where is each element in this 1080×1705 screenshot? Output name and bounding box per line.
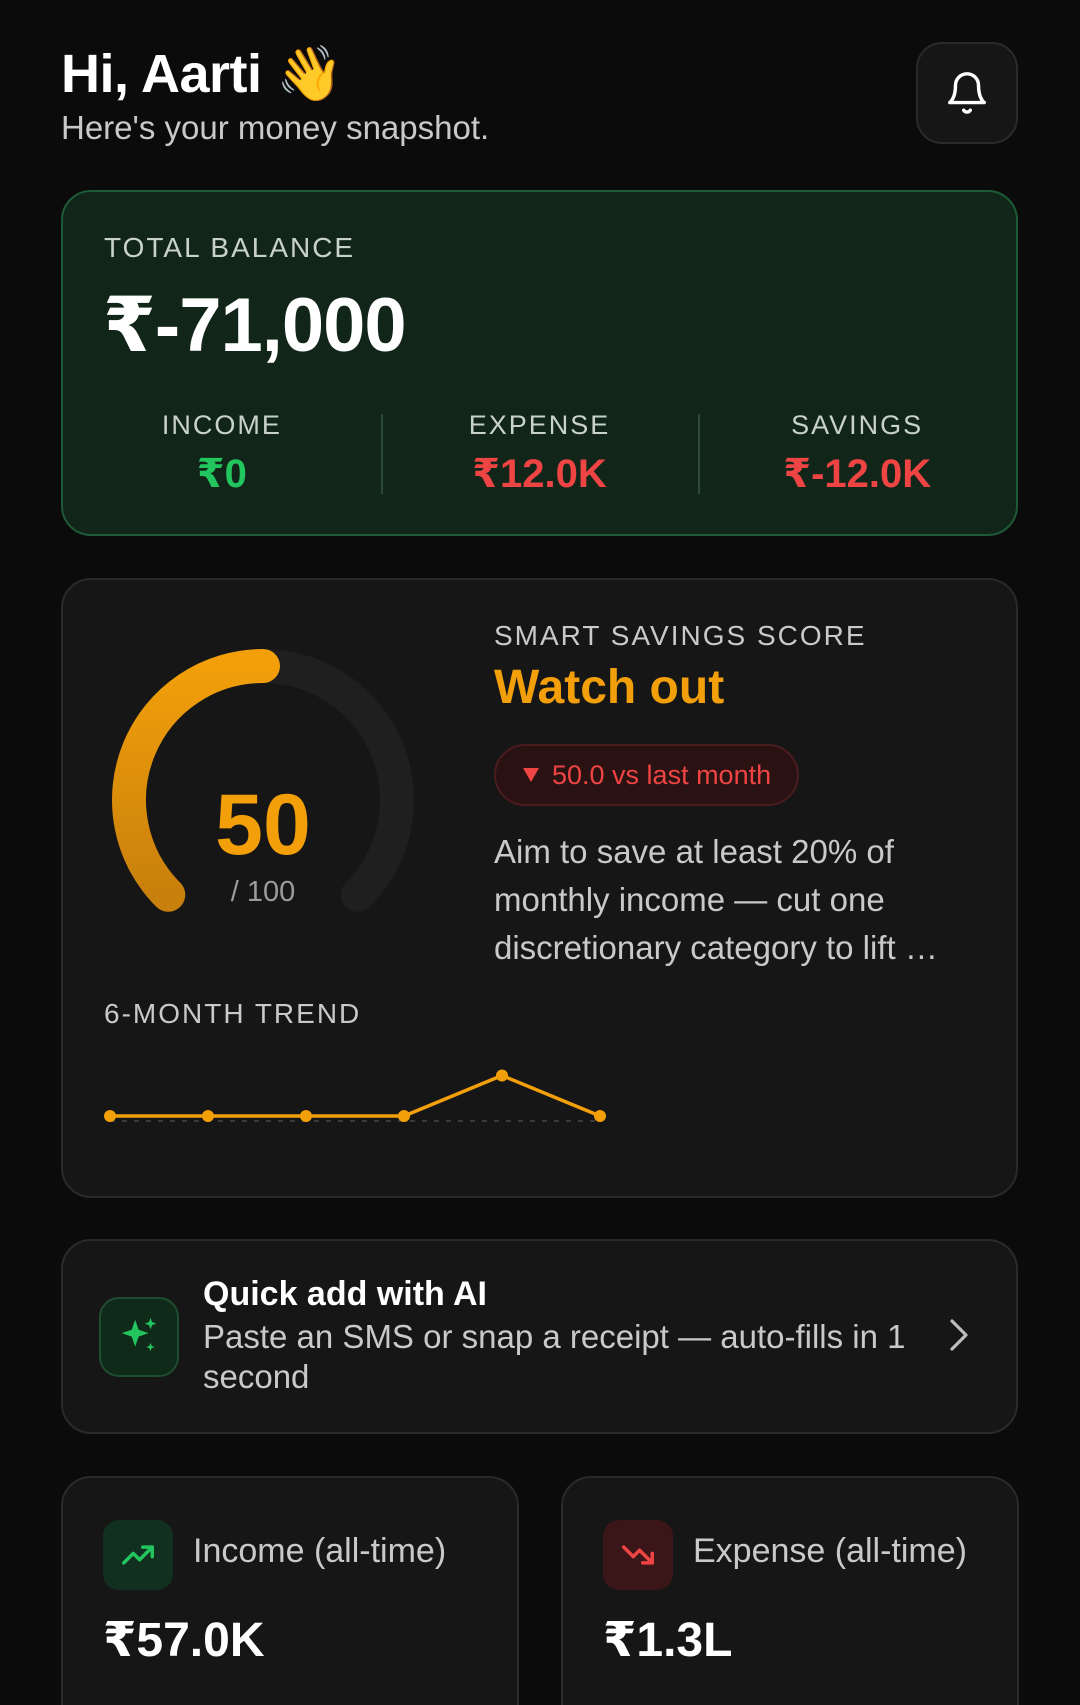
sparkles-icon-box xyxy=(99,1297,179,1377)
expense-all-time-value: ₹1.3L xyxy=(603,1614,733,1667)
score-label: SMART SAVINGS SCORE xyxy=(494,620,867,651)
greeting-title: Hi, Aarti 👋 xyxy=(61,44,343,104)
sparkles-icon xyxy=(121,1317,157,1352)
savings-stat-label: SAVINGS xyxy=(791,410,924,440)
total-balance-label: TOTAL BALANCE xyxy=(104,232,356,263)
notifications-button[interactable] xyxy=(916,42,1018,144)
expense-stat-label: EXPENSE xyxy=(468,410,611,440)
chevron-right-icon xyxy=(950,1319,968,1351)
trend-point-5 xyxy=(496,1069,508,1082)
income-stat-value: ₹0 xyxy=(196,452,247,496)
balance-stats: INCOME ₹0 EXPENSE ₹12.0K SAVINGS ₹-12.0K xyxy=(63,410,1016,502)
score-value: 50 xyxy=(215,777,311,873)
trend-point-4 xyxy=(398,1110,410,1122)
trending-up-icon xyxy=(122,1545,154,1565)
trend-line xyxy=(110,1073,601,1118)
trending-up-icon-box xyxy=(103,1520,173,1590)
total-balance-card: TOTAL BALANCE ₹-71,000 INCOME ₹0 EXPENSE… xyxy=(61,190,1018,536)
income-all-time-label: Income (all-time) xyxy=(193,1532,447,1570)
trending-down-icon xyxy=(622,1545,654,1565)
income-all-time-value: ₹57.0K xyxy=(103,1614,265,1667)
income-stat: INCOME ₹0 xyxy=(63,410,381,502)
trend-point-1 xyxy=(104,1110,116,1122)
quick-add-subtitle: Paste an SMS or snap a receipt — auto-fi… xyxy=(203,1318,906,1395)
expense-stat: EXPENSE ₹12.0K xyxy=(380,410,699,502)
expense-all-time-label: Expense (all-time) xyxy=(693,1532,967,1570)
savings-score-card[interactable]: 50 / 100 SMART SAVINGS SCORE Watch out 5… xyxy=(61,578,1018,1198)
income-stat-label: INCOME xyxy=(161,410,282,440)
score-delta-text: 50.0 vs last month xyxy=(552,759,772,790)
savings-stat-value: ₹-12.0K xyxy=(783,452,932,496)
trending-down-icon-box xyxy=(603,1520,673,1590)
savings-stat: SAVINGS ₹-12.0K xyxy=(698,410,1016,502)
triangle-down-icon xyxy=(523,768,539,782)
dashboard-page: Hi, Aarti 👋 Here's your money snapshot. … xyxy=(0,0,1080,1705)
expense-all-time-card[interactable]: Expense (all-time) ₹1.3L xyxy=(561,1476,1019,1705)
trend-point-2 xyxy=(202,1110,214,1122)
score-status: Watch out xyxy=(494,661,725,714)
trend-point-6 xyxy=(594,1110,606,1122)
score-delta-badge: 50.0 vs last month xyxy=(494,744,800,806)
greeting-block: Hi, Aarti 👋 Here's your money snapshot. xyxy=(61,42,489,148)
quick-add-ai-card[interactable]: Quick add with AI Paste an SMS or snap a… xyxy=(61,1239,1018,1434)
greeting-subtitle: Here's your money snapshot. xyxy=(61,109,490,146)
score-tip: Aim to save at least 20% of monthly inco… xyxy=(494,833,938,966)
total-balance-value: ₹-71,000 xyxy=(103,283,407,368)
trend-chart xyxy=(104,1069,606,1122)
income-all-time-card[interactable]: Income (all-time) ₹57.0K xyxy=(61,1476,519,1705)
bell-icon xyxy=(948,72,986,114)
score-max: / 100 xyxy=(230,876,296,908)
trend-point-3 xyxy=(300,1110,312,1122)
score-gauge: 50 / 100 xyxy=(103,628,463,948)
quick-add-title: Quick add with AI xyxy=(203,1275,487,1313)
expense-stat-value: ₹12.0K xyxy=(472,452,607,496)
